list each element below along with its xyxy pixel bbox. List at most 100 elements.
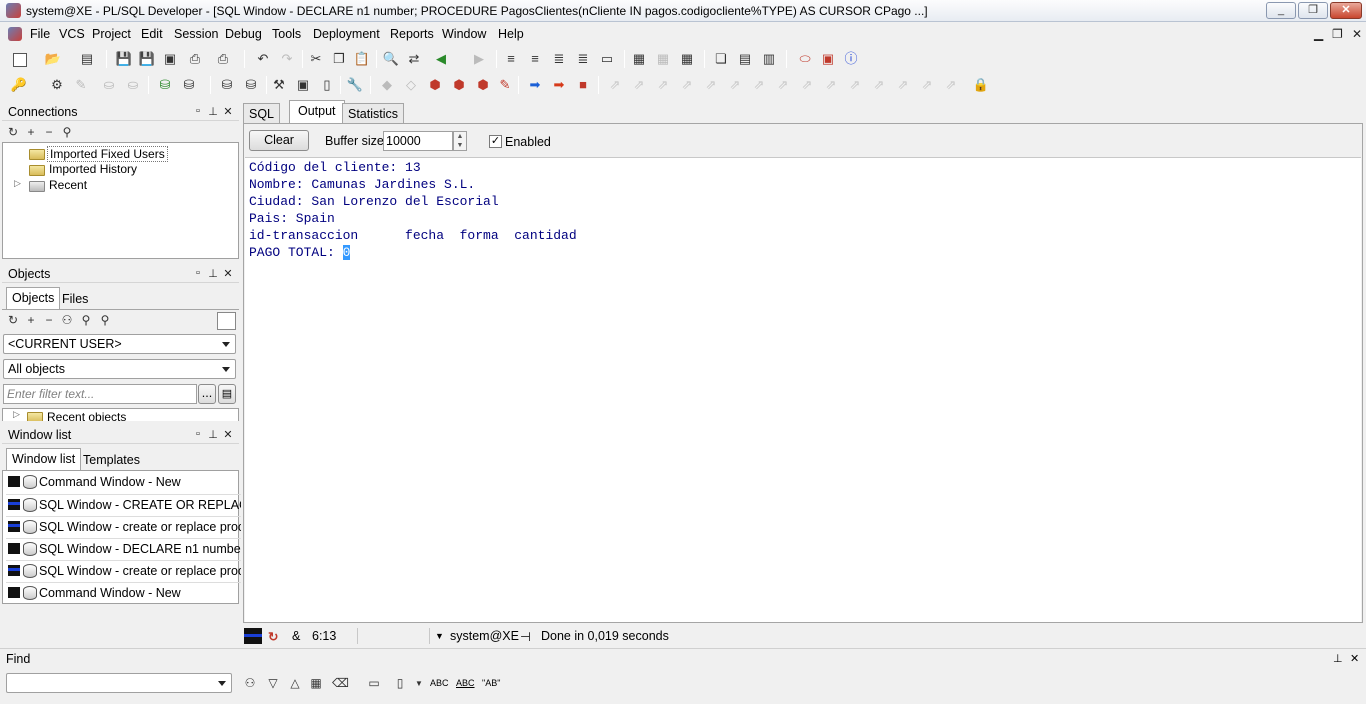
pin-icon[interactable]: ⊥ <box>207 267 219 280</box>
window-list-item[interactable]: Command Window - New <box>6 472 241 493</box>
paste-icon[interactable]: 📋 <box>353 50 371 68</box>
find-close-icon[interactable]: ✕ <box>1350 652 1359 665</box>
info-icon[interactable]: ⓘ <box>842 50 860 68</box>
page-dropdown-icon[interactable]: ▼ <box>412 677 426 690</box>
break-icon[interactable]: ✎ <box>72 76 90 94</box>
menu-vcs[interactable]: VCS <box>59 27 85 41</box>
whole-word-toggle[interactable]: ABC <box>456 678 475 688</box>
pdf-icon[interactable]: ▣ <box>819 50 837 68</box>
menu-file[interactable]: File <box>30 27 50 41</box>
outdent-icon[interactable]: ≡ <box>526 50 544 68</box>
toggle-box[interactable] <box>217 312 236 330</box>
debug4-icon[interactable]: ⬢ <box>450 76 468 94</box>
panel-restore-icon[interactable]: ▫ <box>192 428 204 440</box>
wrench-icon[interactable]: 🔧 <box>346 76 364 94</box>
menu-reports[interactable]: Reports <box>390 27 434 41</box>
copy-icon[interactable]: ❐ <box>330 50 348 68</box>
menu-edit[interactable]: Edit <box>141 27 163 41</box>
tab-templates[interactable]: Templates <box>78 450 145 471</box>
debug5-icon[interactable]: ⬢ <box>474 76 492 94</box>
enabled-checkbox[interactable]: ✓ <box>489 135 502 148</box>
find-next-icon[interactable]: ▽ <box>266 677 280 690</box>
print2-icon[interactable]: ⎙ <box>214 50 232 68</box>
step11-icon[interactable]: ⇗ <box>846 76 864 94</box>
window-icon[interactable]: ▦ <box>630 50 648 68</box>
open-icon[interactable]: 📂 <box>44 50 62 68</box>
minimize-button[interactable]: _ <box>1266 2 1296 19</box>
print-icon[interactable]: ⎙ <box>186 50 204 68</box>
new-icon[interactable] <box>10 50 28 68</box>
menu-deployment[interactable]: Deployment <box>313 27 380 41</box>
redo-icon[interactable]: ↷ <box>278 50 296 68</box>
menu-debug[interactable]: Debug <box>225 27 262 41</box>
refresh-red-icon[interactable]: ↻ <box>268 629 278 644</box>
case-sensitive-toggle[interactable]: ABC <box>430 678 449 688</box>
pin-icon[interactable]: ⊥ <box>207 105 219 118</box>
step2-icon[interactable]: ⇗ <box>630 76 648 94</box>
sql-db-icon[interactable]: ⛁ <box>156 76 174 94</box>
commit-icon[interactable]: ⛀ <box>100 76 118 94</box>
tree-item-recent[interactable]: Recent <box>49 178 87 192</box>
report-icon[interactable]: ▣ <box>294 76 312 94</box>
menu-session[interactable]: Session <box>174 27 218 41</box>
tab-statistics[interactable]: Statistics <box>342 103 405 124</box>
uncomment-icon[interactable]: ≣ <box>574 50 592 68</box>
remove-icon[interactable]: − <box>42 314 56 327</box>
step6-icon[interactable]: ⇗ <box>726 76 744 94</box>
save-all-icon[interactable]: ▣ <box>161 50 179 68</box>
comment-icon[interactable]: ≣ <box>550 50 568 68</box>
close-button[interactable]: ✕ <box>1330 2 1362 19</box>
indent-icon[interactable]: ≡ <box>502 50 520 68</box>
expand-icon[interactable]: ▷ <box>14 178 21 189</box>
tab-files[interactable]: Files <box>57 289 93 310</box>
stop-icon[interactable]: ■ <box>574 76 592 94</box>
window-list-item[interactable]: SQL Window - create or replace proced <box>6 516 241 537</box>
buffer-size-input[interactable]: 10000 <box>383 131 453 151</box>
replace-icon[interactable]: ⇄ <box>405 50 423 68</box>
tile-h-icon[interactable]: ▤ <box>736 50 754 68</box>
panel-restore-icon[interactable]: ▫ <box>192 267 204 279</box>
rollback-icon[interactable]: ⛀ <box>124 76 142 94</box>
filter-more-button[interactable]: ... <box>198 384 216 404</box>
debug1-icon[interactable]: ◆ <box>378 76 396 94</box>
tab-sql[interactable]: SQL <box>243 103 281 124</box>
connection-dropdown-icon[interactable]: ▼ <box>435 631 444 641</box>
print-setup-icon[interactable]: ▤ <box>78 50 96 68</box>
add-icon[interactable]: + <box>24 126 38 139</box>
debug6-icon[interactable]: ✎ <box>496 76 514 94</box>
remove-icon[interactable]: − <box>42 126 56 139</box>
step4-icon[interactable]: ⇗ <box>678 76 696 94</box>
step7-icon[interactable]: ⇗ <box>750 76 768 94</box>
save-as-icon[interactable]: 💾 <box>138 50 156 68</box>
debug2-icon[interactable]: ◇ <box>402 76 420 94</box>
mdi-restore-icon[interactable]: ❐ <box>1332 27 1343 41</box>
tab-output[interactable]: Output <box>289 100 345 123</box>
mdi-close-icon[interactable]: ✕ <box>1352 27 1362 41</box>
filter-options-icon[interactable]: ▤ <box>218 384 236 404</box>
arrow-right-blue-icon[interactable]: ➡ <box>526 76 544 94</box>
find-input[interactable] <box>6 673 232 693</box>
clear-button[interactable]: Clear <box>249 130 309 151</box>
binoculars-icon[interactable]: ⚇ <box>243 677 257 690</box>
step15-icon[interactable]: ⇗ <box>942 76 960 94</box>
tab-objects[interactable]: Objects <box>6 287 61 310</box>
format-icon[interactable]: ▭ <box>598 50 616 68</box>
menu-tools[interactable]: Tools <box>272 27 301 41</box>
refresh-icon[interactable]: ↻ <box>6 314 20 327</box>
connection-status[interactable]: system@XE <box>450 629 519 643</box>
explain-icon[interactable]: ⚒ <box>270 76 288 94</box>
pin-icon[interactable]: ⊥ <box>1333 652 1343 665</box>
window-list-item[interactable]: SQL Window - DECLARE n1 number; P <box>6 538 241 559</box>
db-icon[interactable]: ⛁ <box>180 76 198 94</box>
output-text-area[interactable]: Código del cliente: 13 Nombre: Camunas J… <box>245 157 1361 622</box>
step9-icon[interactable]: ⇗ <box>798 76 816 94</box>
lock-icon[interactable]: 🔒 <box>972 76 990 94</box>
db3-icon[interactable]: ⛁ <box>242 76 260 94</box>
buffer-size-spinner[interactable]: ▲ ▼ <box>453 131 467 151</box>
panel-close-icon[interactable]: ✕ <box>222 105 234 118</box>
step3-icon[interactable]: ⇗ <box>654 76 672 94</box>
page-icon[interactable]: ▯ <box>393 677 407 690</box>
filter2-icon[interactable]: ⚲ <box>98 314 112 327</box>
tab-window-list[interactable]: Window list <box>6 448 82 471</box>
add-icon[interactable]: + <box>24 314 38 327</box>
